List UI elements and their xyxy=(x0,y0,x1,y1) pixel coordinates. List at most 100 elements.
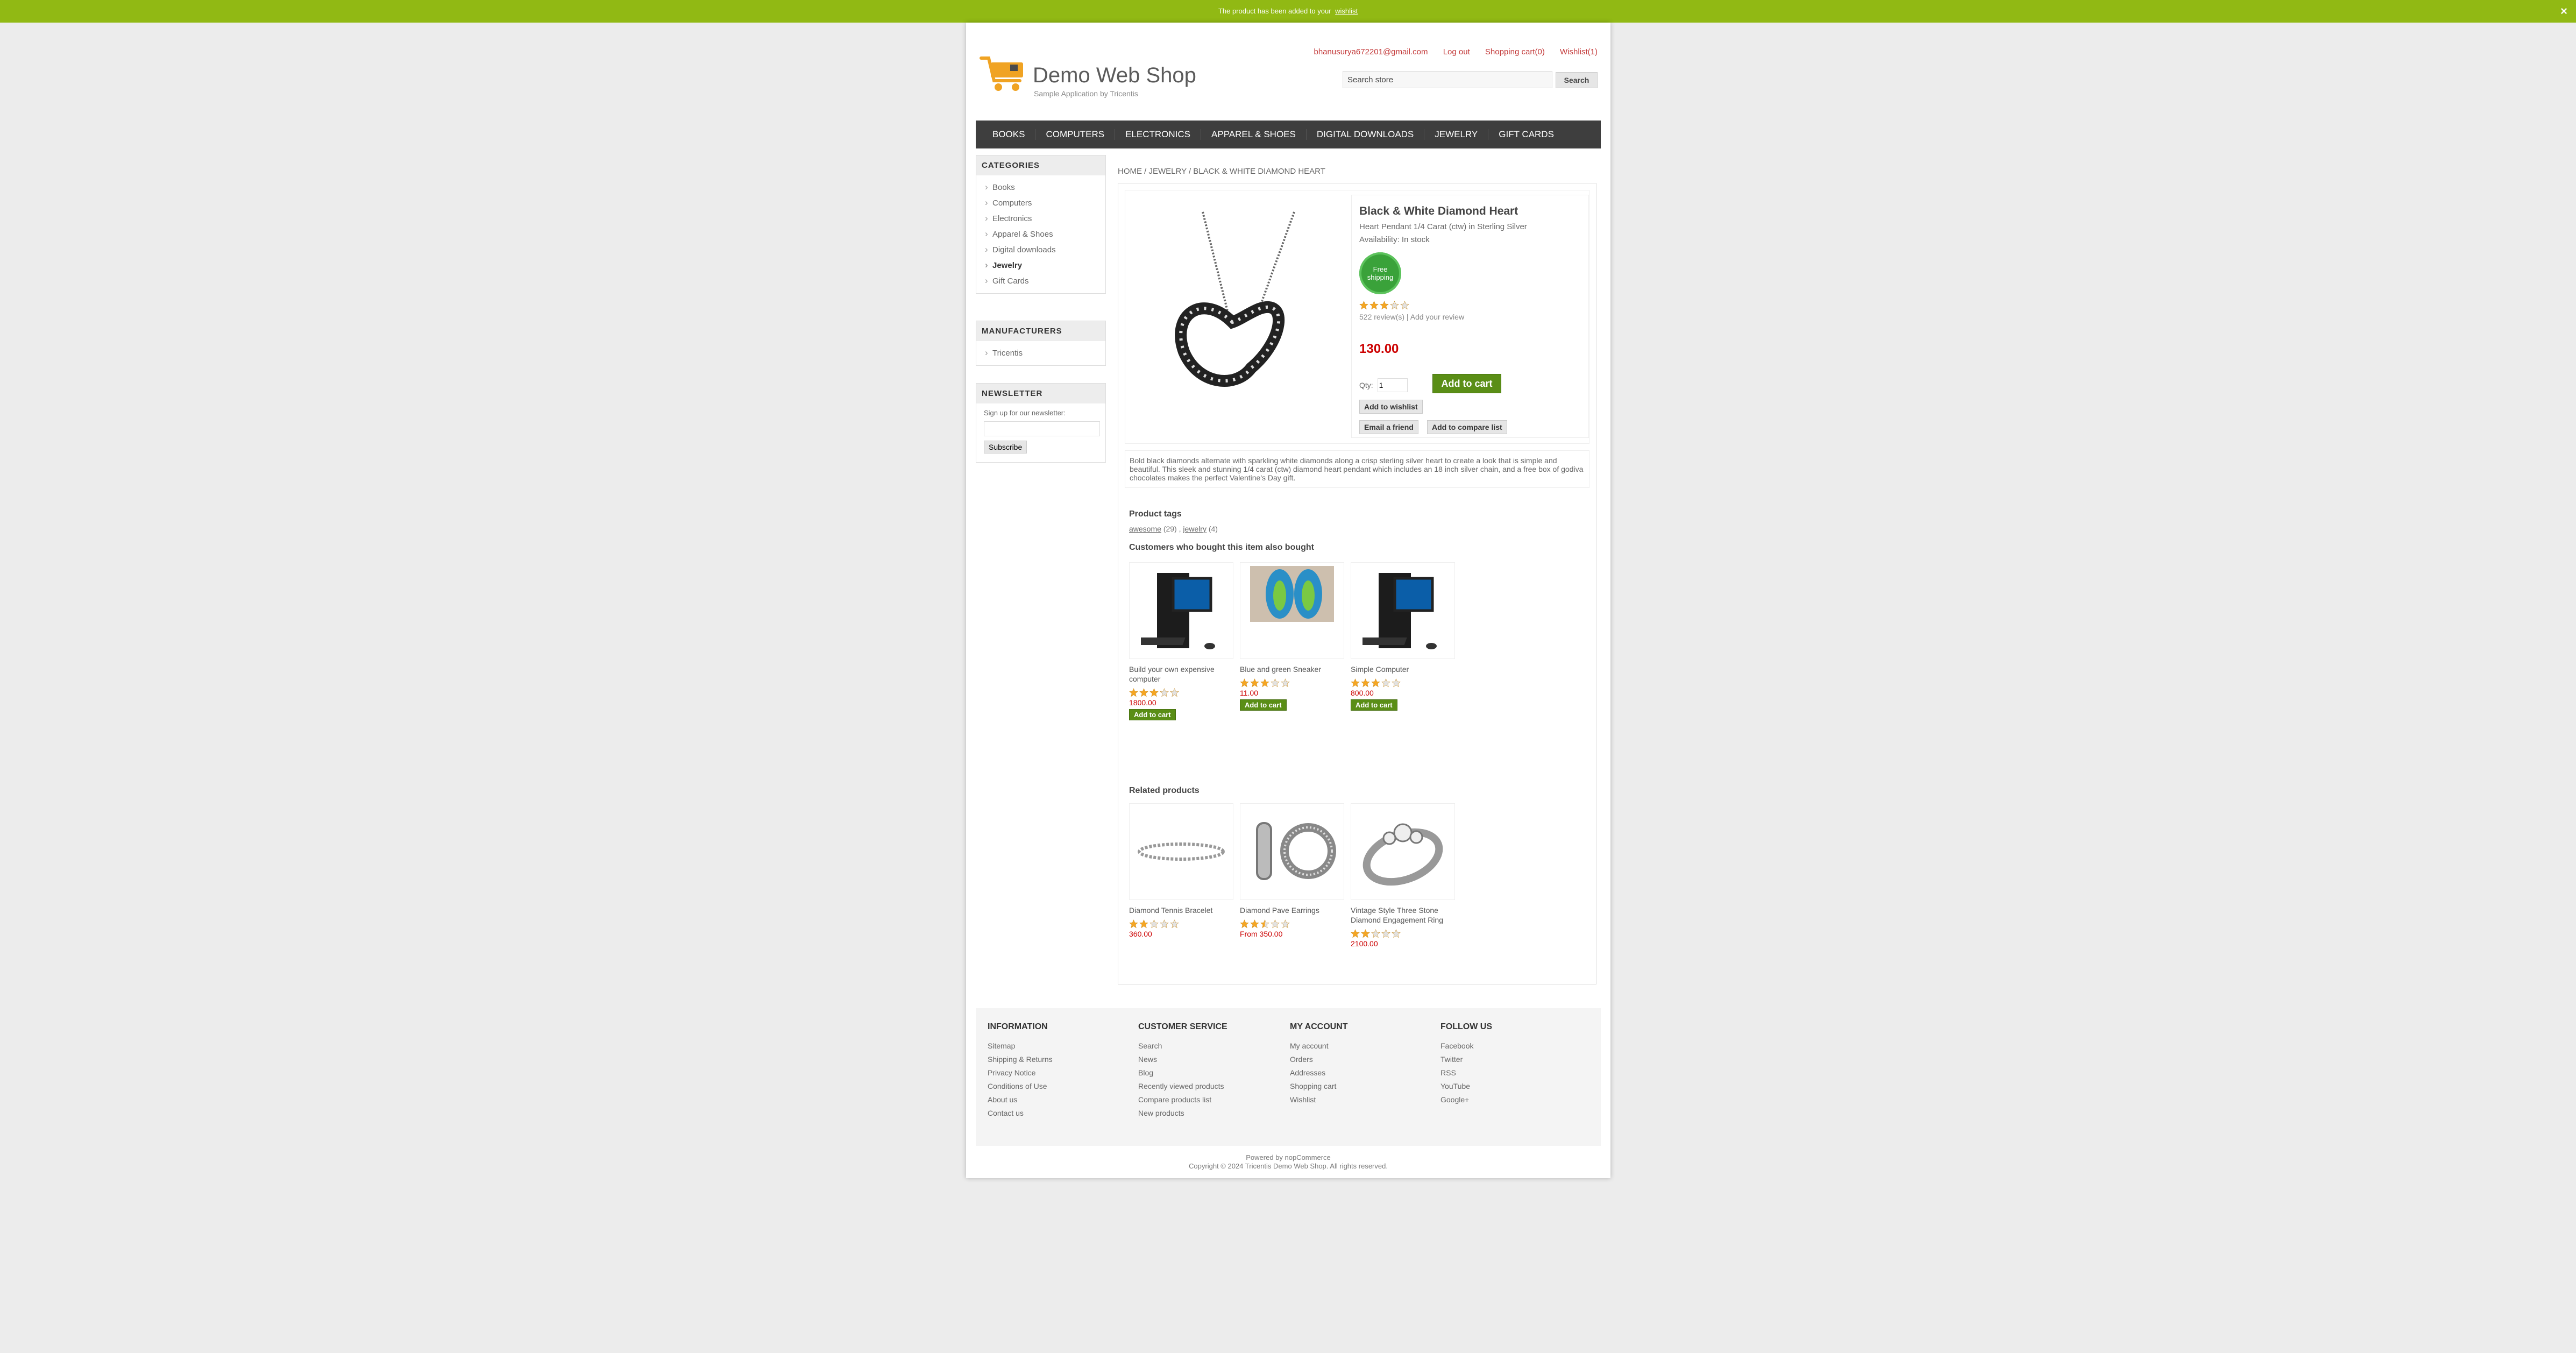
newsletter-email-field[interactable] xyxy=(984,421,1100,436)
product-rating xyxy=(1240,678,1345,688)
footer-link[interactable]: Sitemap xyxy=(988,1042,1127,1050)
reviews-separator: | xyxy=(1406,313,1410,321)
footer-link[interactable]: Wishlist xyxy=(1290,1095,1430,1104)
menu-apparel-shoes[interactable]: APPAREL & SHOES xyxy=(1201,129,1307,140)
add-to-cart-button[interactable]: Add to cart xyxy=(1129,709,1176,720)
footer-link[interactable]: Compare products list xyxy=(1138,1095,1278,1104)
product-thumbnail[interactable] xyxy=(1129,562,1233,659)
also-bought-item: Simple Computer 800.00 Add to cart xyxy=(1351,562,1456,711)
tag-jewelry[interactable]: jewelry xyxy=(1183,525,1207,533)
quantity-field[interactable] xyxy=(1377,378,1408,392)
product-name[interactable]: Diamond Pave Earrings xyxy=(1240,905,1342,915)
star-icon xyxy=(1392,678,1401,688)
star-icon xyxy=(1361,929,1370,938)
footer-link[interactable]: Blog xyxy=(1138,1068,1278,1077)
product-name[interactable]: Simple Computer xyxy=(1351,664,1453,674)
footer-link[interactable]: Addresses xyxy=(1290,1068,1430,1077)
footer-link[interactable]: Conditions of Use xyxy=(988,1082,1127,1090)
footer-link[interactable]: Recently viewed products xyxy=(1138,1082,1278,1090)
email-friend-button[interactable]: Email a friend xyxy=(1359,420,1418,434)
sidebar-item-apparel-shoes[interactable]: Apparel & Shoes xyxy=(976,226,1105,242)
shopping-cart-link[interactable]: Shopping cart(0) xyxy=(1485,47,1545,56)
footer-link[interactable]: Privacy Notice xyxy=(988,1068,1127,1077)
product-image[interactable] xyxy=(1138,201,1337,427)
star-icon xyxy=(1392,929,1401,938)
product-name[interactable]: Blue and green Sneaker xyxy=(1240,664,1342,674)
menu-electronics[interactable]: ELECTRONICS xyxy=(1115,129,1202,140)
footer-column-my-account: MY ACCOUNT My account Orders Addresses S… xyxy=(1290,1022,1430,1109)
footer-link[interactable]: Orders xyxy=(1290,1055,1430,1064)
top-menu: BOOKS COMPUTERS ELECTRONICS APPAREL & SH… xyxy=(976,121,1601,148)
footer-link[interactable]: About us xyxy=(988,1095,1127,1104)
sidebar-item-digital-downloads[interactable]: Digital downloads xyxy=(976,242,1105,258)
star-icon xyxy=(1250,919,1259,929)
star-icon xyxy=(1139,919,1148,929)
product-rating xyxy=(1240,919,1345,929)
site-logo[interactable]: Demo Web Shop Sample Application by Tric… xyxy=(979,42,1205,101)
subscribe-button[interactable]: Subscribe xyxy=(984,441,1027,454)
product-thumbnail[interactable] xyxy=(1351,562,1455,659)
product-thumbnail[interactable] xyxy=(1240,562,1344,659)
menu-computers[interactable]: COMPUTERS xyxy=(1035,129,1116,140)
add-to-cart-button[interactable]: Add to cart xyxy=(1240,699,1287,711)
footer-link[interactable]: YouTube xyxy=(1440,1082,1580,1090)
reviews-count-link[interactable]: 522 review(s) xyxy=(1359,313,1404,321)
related-product-item: Vintage Style Three Stone Diamond Engage… xyxy=(1351,803,1456,948)
product-name[interactable]: Vintage Style Three Stone Diamond Engage… xyxy=(1351,905,1453,925)
menu-books[interactable]: BOOKS xyxy=(982,129,1036,140)
product-thumbnail[interactable] xyxy=(1240,803,1344,900)
add-to-compare-button[interactable]: Add to compare list xyxy=(1427,420,1507,434)
sidebar-item-books[interactable]: Books xyxy=(976,180,1105,195)
tag-awesome[interactable]: awesome xyxy=(1129,525,1161,533)
product-description: Bold black diamonds alternate with spark… xyxy=(1125,450,1589,488)
cart-logo-icon xyxy=(980,56,1023,91)
breadcrumb[interactable]: HOME / JEWELRY / BLACK & WHITE DIAMOND H… xyxy=(1118,167,1325,176)
product-name[interactable]: Build your own expensive computer xyxy=(1129,664,1231,684)
footer-link[interactable]: Contact us xyxy=(988,1109,1127,1117)
close-icon[interactable]: × xyxy=(2560,0,2567,23)
footer-link[interactable]: My account xyxy=(1290,1042,1430,1050)
search-button[interactable]: Search xyxy=(1556,72,1598,88)
add-to-cart-button[interactable]: Add to cart xyxy=(1432,374,1501,393)
footer-link[interactable]: Google+ xyxy=(1440,1095,1580,1104)
add-review-link[interactable]: Add your review xyxy=(1410,313,1464,321)
account-email-link[interactable]: bhanusurya672201@gmail.com xyxy=(1314,47,1428,56)
sidebar-item-jewelry[interactable]: Jewelry xyxy=(976,258,1105,273)
footer-link[interactable]: RSS xyxy=(1440,1068,1580,1077)
product-details: Black & White Diamond Heart Heart Pendan… xyxy=(1118,183,1596,984)
add-to-cart-button[interactable]: Add to cart xyxy=(1351,699,1397,711)
logout-link[interactable]: Log out xyxy=(1443,47,1470,56)
star-icon xyxy=(1260,678,1269,688)
product-thumbnail[interactable] xyxy=(1351,803,1455,900)
sidebar-item-electronics[interactable]: Electronics xyxy=(976,211,1105,226)
menu-digital-downloads[interactable]: DIGITAL DOWNLOADS xyxy=(1307,129,1425,140)
star-icon xyxy=(1240,678,1249,688)
heart-pendant-image xyxy=(1175,211,1295,387)
copyright: Copyright © 2024 Tricentis Demo Web Shop… xyxy=(1189,1162,1388,1170)
star-icon xyxy=(1361,678,1370,688)
notification-wishlist-link[interactable]: wishlist xyxy=(1335,7,1358,15)
search-input[interactable] xyxy=(1343,71,1552,88)
footer-link[interactable]: New products xyxy=(1138,1109,1278,1117)
menu-gift-cards[interactable]: GIFT CARDS xyxy=(1488,129,1564,140)
notification-bar: The product has been added to your wishl… xyxy=(0,0,2576,23)
footer-link[interactable]: Search xyxy=(1138,1042,1278,1050)
footer-link[interactable]: Twitter xyxy=(1440,1055,1580,1064)
footer-link[interactable]: Shipping & Returns xyxy=(988,1055,1127,1064)
footer-link[interactable]: News xyxy=(1138,1055,1278,1064)
sidebar-item-gift-cards[interactable]: Gift Cards xyxy=(976,273,1105,289)
product-name[interactable]: Diamond Tennis Bracelet xyxy=(1129,905,1231,915)
powered-by[interactable]: Powered by nopCommerce xyxy=(966,1153,1610,1161)
footer-link[interactable]: Facebook xyxy=(1440,1042,1580,1050)
add-to-wishlist-button[interactable]: Add to wishlist xyxy=(1359,400,1423,414)
star-icon xyxy=(1149,919,1159,929)
manufacturer-item-tricentis[interactable]: Tricentis xyxy=(976,345,1105,361)
footer-link[interactable]: Shopping cart xyxy=(1290,1082,1430,1090)
star-icon xyxy=(1271,678,1280,688)
star-icon xyxy=(1160,919,1169,929)
product-thumbnail[interactable] xyxy=(1129,803,1233,900)
wishlist-link[interactable]: Wishlist(1) xyxy=(1560,47,1598,56)
sidebar-item-computers[interactable]: Computers xyxy=(976,195,1105,211)
menu-jewelry[interactable]: JEWELRY xyxy=(1424,129,1489,140)
also-bought-title: Customers who bought this item also boug… xyxy=(1129,543,1314,552)
